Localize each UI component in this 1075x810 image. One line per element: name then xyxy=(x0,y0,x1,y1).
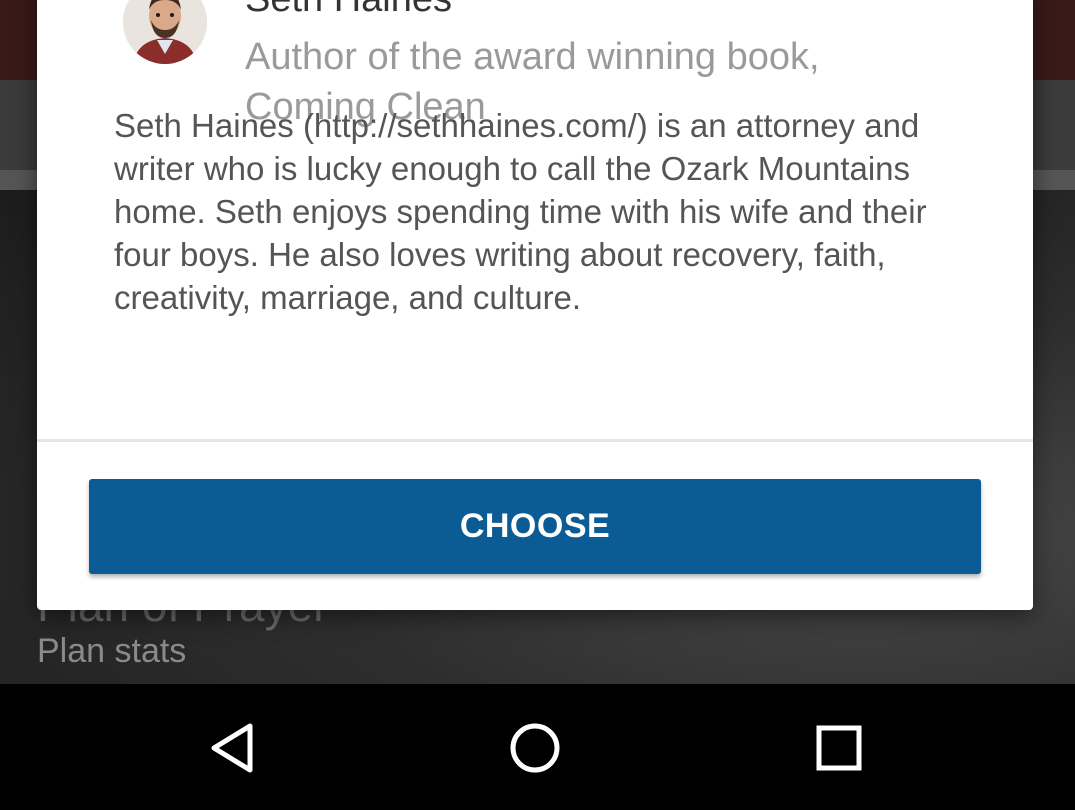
recents-icon xyxy=(816,725,862,771)
author-avatar xyxy=(123,0,207,64)
author-photo xyxy=(123,0,207,64)
home-icon xyxy=(510,723,560,773)
choose-button[interactable]: CHOOSE xyxy=(89,479,981,574)
home-button[interactable] xyxy=(503,716,567,780)
plan-stats-label[interactable]: Plan stats xyxy=(37,632,186,671)
dialog-divider xyxy=(37,439,1033,442)
author-name: Seth Haines xyxy=(245,0,452,21)
author-bio: Seth Haines (http://sethhaines.com/) is … xyxy=(114,107,927,316)
back-button[interactable] xyxy=(200,716,264,780)
back-icon xyxy=(211,723,253,773)
screen: Plan of Prayer Plan stats Seth Haines Au… xyxy=(0,0,1075,810)
recents-button[interactable] xyxy=(807,716,871,780)
author-dialog: Seth Haines Author of the award winning … xyxy=(37,0,1033,610)
navigation-bar xyxy=(0,684,1075,810)
